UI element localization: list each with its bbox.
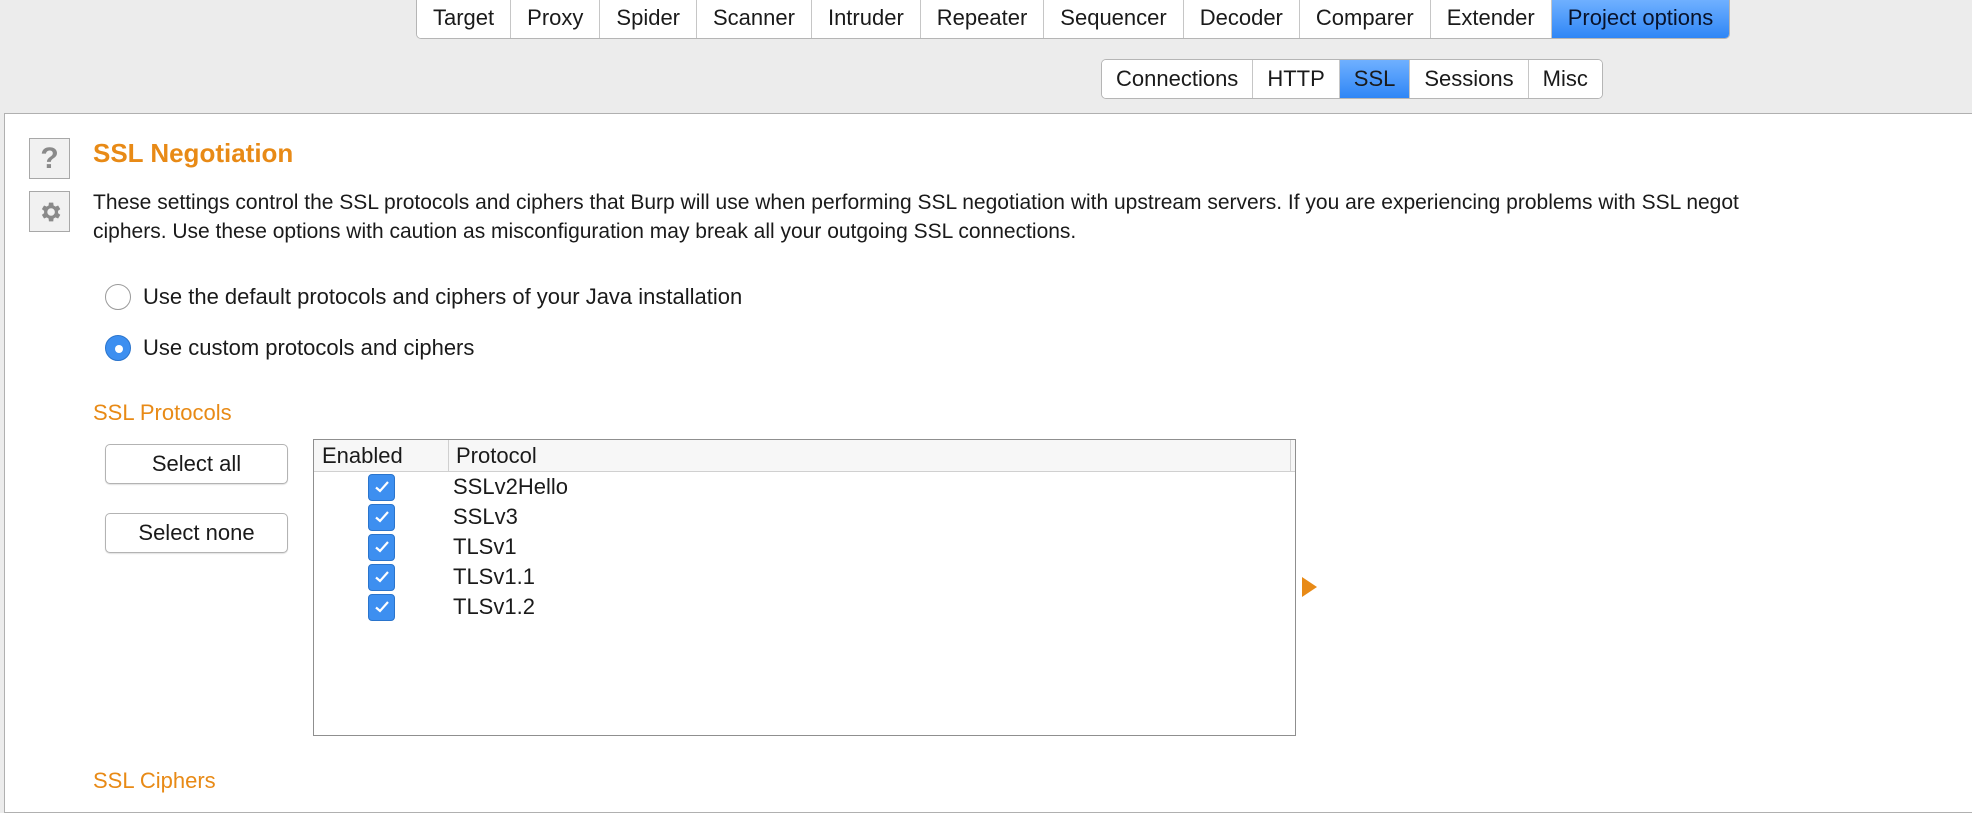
table-row[interactable]: TLSv1.2 bbox=[314, 592, 1295, 622]
table-row[interactable]: SSLv3 bbox=[314, 502, 1295, 532]
protocol-name: SSLv3 bbox=[453, 504, 518, 529]
protocol-name: SSLv2Hello bbox=[453, 474, 568, 499]
section-title: SSL Negotiation bbox=[93, 138, 294, 168]
table-header: Enabled Protocol bbox=[314, 440, 1295, 472]
column-header-protocol[interactable]: Protocol bbox=[449, 440, 1291, 471]
checkmark-icon bbox=[374, 481, 389, 493]
checkmark-icon bbox=[374, 541, 389, 553]
subtab-sessions[interactable]: Sessions bbox=[1410, 60, 1529, 98]
tab-repeater[interactable]: Repeater bbox=[920, 0, 1045, 38]
radio-custom-protocols[interactable]: Use custom protocols and ciphers bbox=[105, 335, 474, 361]
protocol-name: TLSv1 bbox=[453, 534, 517, 559]
enabled-checkbox[interactable] bbox=[368, 503, 395, 531]
protocols-table: Enabled Protocol SSLv2Hello SSLv3 TLSv1 … bbox=[313, 439, 1296, 736]
tab-project-options[interactable]: Project options bbox=[1551, 0, 1730, 38]
tab-comparer[interactable]: Comparer bbox=[1299, 0, 1431, 38]
radio-button[interactable] bbox=[105, 284, 131, 310]
column-header-enabled[interactable]: Enabled bbox=[314, 440, 449, 471]
section-description: These settings control the SSL protocols… bbox=[93, 188, 1972, 246]
enabled-checkbox[interactable] bbox=[368, 533, 395, 561]
question-icon: ? bbox=[40, 141, 59, 175]
checkmark-icon bbox=[374, 511, 389, 523]
gear-icon bbox=[41, 202, 60, 221]
help-button[interactable]: ? bbox=[29, 138, 70, 179]
tab-target[interactable]: Target bbox=[417, 0, 512, 38]
subtab-ssl[interactable]: SSL bbox=[1339, 60, 1411, 98]
settings-button[interactable] bbox=[29, 191, 70, 232]
checkmark-icon bbox=[374, 601, 389, 613]
main-tab-bar: Target Proxy Spider Scanner Intruder Rep… bbox=[416, 0, 1731, 39]
tab-sequencer[interactable]: Sequencer bbox=[1044, 0, 1184, 38]
radio-label: Use custom protocols and ciphers bbox=[143, 335, 475, 360]
description-line-1: These settings control the SSL protocols… bbox=[93, 191, 1739, 214]
sub-tab-bar: Connections HTTP SSL Sessions Misc bbox=[1101, 59, 1603, 99]
table-row[interactable]: SSLv2Hello bbox=[314, 472, 1295, 502]
tab-scanner[interactable]: Scanner bbox=[697, 0, 812, 38]
protocol-name: TLSv1.1 bbox=[453, 564, 535, 589]
enabled-checkbox[interactable] bbox=[368, 593, 395, 621]
description-line-2: ciphers. Use these options with caution … bbox=[93, 220, 1077, 243]
table-row[interactable]: TLSv1 bbox=[314, 532, 1295, 562]
subtab-connections[interactable]: Connections bbox=[1102, 60, 1254, 98]
enabled-checkbox[interactable] bbox=[368, 563, 395, 591]
subtab-http[interactable]: HTTP bbox=[1253, 60, 1340, 98]
ssl-ciphers-title: SSL Ciphers bbox=[93, 768, 216, 793]
radio-default-protocols[interactable]: Use the default protocols and ciphers of… bbox=[105, 284, 742, 310]
tab-extender[interactable]: Extender bbox=[1430, 0, 1552, 38]
enabled-checkbox[interactable] bbox=[368, 473, 395, 501]
tab-proxy[interactable]: Proxy bbox=[511, 0, 601, 38]
protocol-name: TLSv1.2 bbox=[453, 594, 535, 619]
radio-button-selected[interactable] bbox=[105, 335, 131, 361]
options-panel: ? SSL Negotiation These settings control… bbox=[4, 113, 1972, 813]
table-row[interactable]: TLSv1.1 bbox=[314, 562, 1295, 592]
select-none-button[interactable]: Select none bbox=[105, 513, 288, 553]
checkmark-icon bbox=[374, 571, 389, 583]
tab-intruder[interactable]: Intruder bbox=[811, 0, 921, 38]
subtab-misc[interactable]: Misc bbox=[1528, 60, 1602, 98]
tab-decoder[interactable]: Decoder bbox=[1183, 0, 1300, 38]
ssl-protocols-title: SSL Protocols bbox=[93, 400, 232, 425]
expand-arrow-icon[interactable] bbox=[1302, 577, 1317, 597]
tab-spider[interactable]: Spider bbox=[600, 0, 697, 38]
select-all-button[interactable]: Select all bbox=[105, 444, 288, 484]
radio-label: Use the default protocols and ciphers of… bbox=[143, 284, 743, 309]
